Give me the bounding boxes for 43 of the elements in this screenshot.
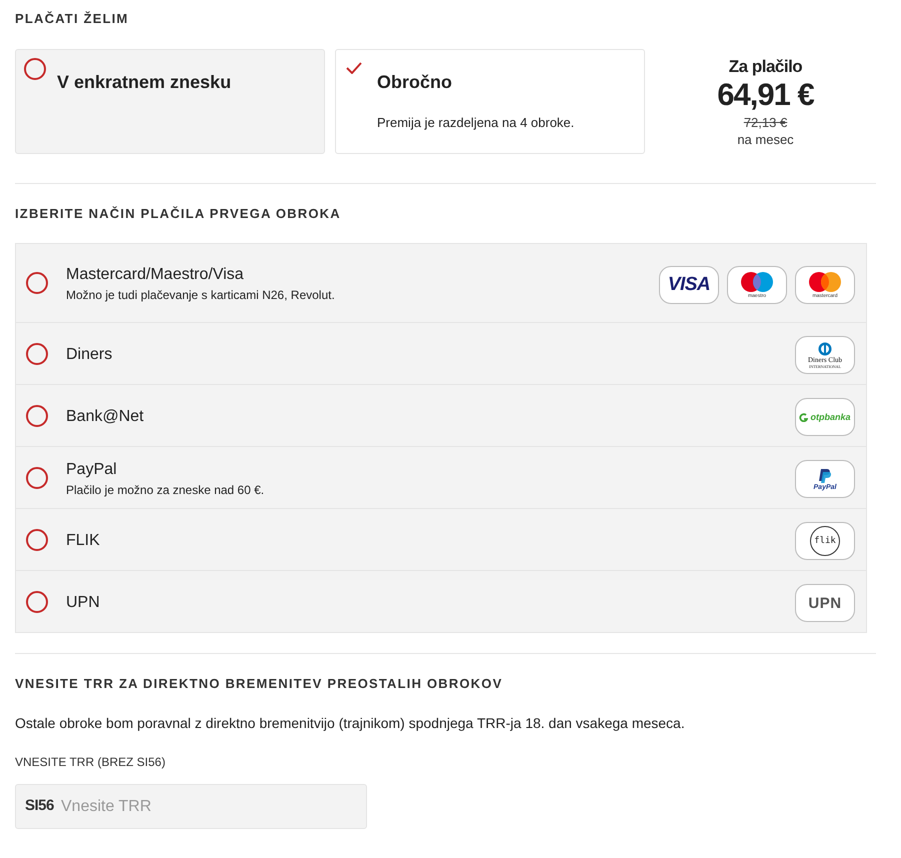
field-prefix: SI56	[25, 797, 54, 814]
paypal-icon	[818, 468, 832, 484]
payment-logo: UPN	[795, 584, 855, 622]
price-period: na mesec	[737, 132, 794, 147]
payment-method-row[interactable]: UPN UPN	[16, 570, 866, 632]
payment-option-card[interactable]: V enkratnem znesku	[15, 49, 325, 154]
method-label: FLIK	[66, 532, 100, 550]
method-label: Mastercard/Maestro/Visa	[66, 266, 244, 284]
payment-logo: flik	[795, 522, 855, 560]
option-title: V enkratnem znesku	[57, 72, 232, 93]
section-heading: IZBERITE NAČIN PLAČILA PRVEGA OBROKA	[15, 206, 342, 221]
payment-option-card[interactable]: Obročno Premija je razdeljena na 4 obroke.	[335, 49, 645, 154]
method-label: Bank@Net	[66, 408, 144, 426]
swirl-icon	[799, 412, 808, 422]
method-label: PayPal	[66, 460, 117, 478]
method-note: Plačilo je možno za zneske nad 60 €.	[66, 482, 264, 496]
radio-button[interactable]	[26, 404, 48, 426]
payment-method-row[interactable]: FLIK flik	[16, 508, 866, 570]
checkmark-icon	[346, 62, 362, 74]
radio-button[interactable]	[24, 58, 46, 80]
field-label: VNESITE TRR (BREZ SI56)	[15, 755, 166, 769]
option-description: Premija je razdeljena na 4 obroke.	[377, 115, 574, 130]
radio-button[interactable]	[26, 590, 48, 612]
section-heading: VNESITE TRR ZA DIREKTNO BREMENITEV PREOSTALIH OBROKOV	[15, 676, 504, 691]
method-label: UPN	[66, 594, 100, 612]
radio-button[interactable]	[26, 466, 48, 488]
payment-logo: otpbanka	[795, 398, 855, 436]
radio-button[interactable]	[26, 528, 48, 550]
radio-button[interactable]	[26, 272, 48, 294]
old-price: 72,13 €	[744, 115, 788, 130]
price-label: Za plačilo	[728, 57, 802, 77]
method-label: Diners	[66, 346, 112, 364]
circles-icon	[807, 270, 843, 292]
method-note: Možno je tudi plačevanje s karticami N26, Revolut.	[66, 288, 335, 302]
payment-logo: VISA	[659, 266, 719, 304]
circles-icon	[739, 270, 775, 292]
section-heading: PLAČATI ŽELIM	[15, 11, 130, 26]
ring-icon	[817, 342, 833, 356]
payment-method-row[interactable]: Bank@Net otpbanka	[16, 384, 866, 446]
info-text: Ostale obroke bom poravnal z direktno bremenitvijo (trajnikom) spodnjega TRR-ja 18. dan vsakega meseca.	[15, 715, 685, 731]
option-title: Obročno	[377, 72, 452, 93]
price-amount: 64,91 €	[717, 77, 814, 113]
radio-button[interactable]	[26, 342, 48, 364]
